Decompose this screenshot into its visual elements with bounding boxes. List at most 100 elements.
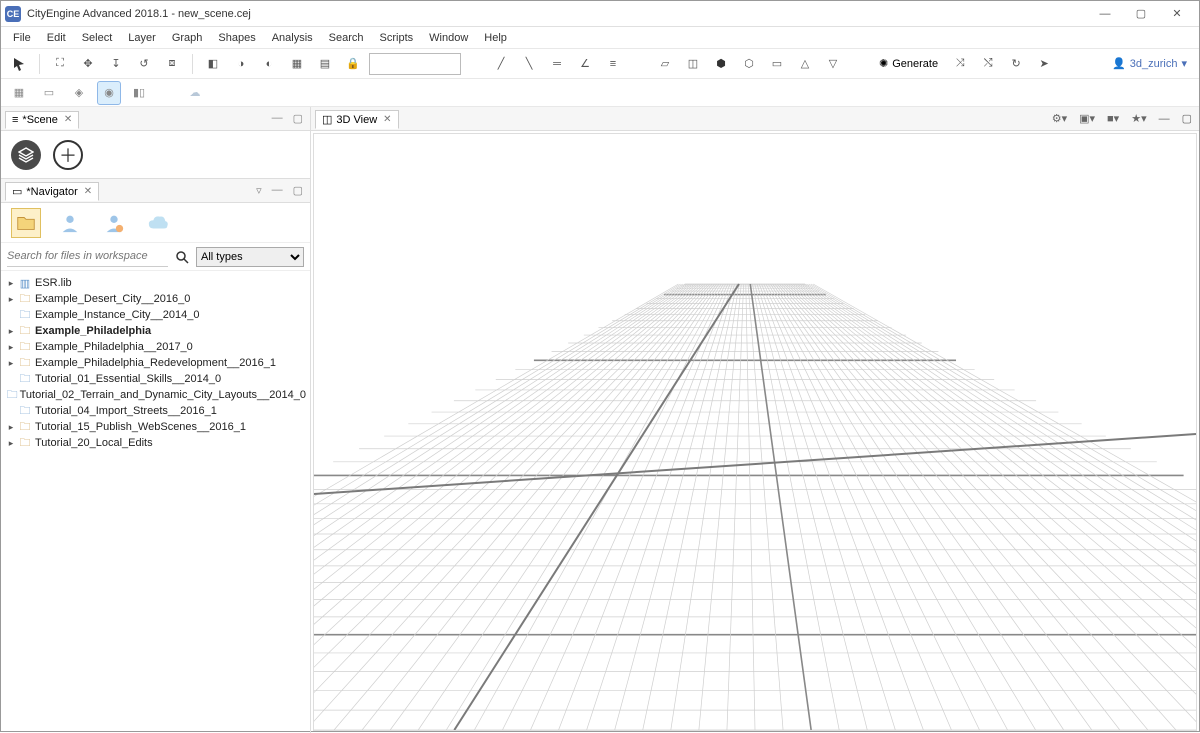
tag-tool-icon[interactable]: ◈ xyxy=(67,81,91,105)
share-person-icon[interactable] xyxy=(99,208,129,238)
menu-file[interactable]: File xyxy=(5,30,39,46)
snap-icon[interactable]: ▦ xyxy=(285,52,309,76)
tree-item[interactable]: ▸🗀Example_Philadelphia xyxy=(3,323,308,339)
menu-select[interactable]: Select xyxy=(74,30,121,46)
expand-icon[interactable]: ▸ xyxy=(5,358,17,369)
expand-icon[interactable]: ▸ xyxy=(5,422,17,433)
folder-view-icon[interactable] xyxy=(11,208,41,238)
maximize-button[interactable]: ▢ xyxy=(1123,2,1159,26)
minimize-button[interactable]: — xyxy=(1087,2,1123,26)
viewport-3d[interactable] xyxy=(313,133,1197,731)
add-layer-button[interactable]: ＋ xyxy=(53,140,83,170)
snap2-icon[interactable]: ▤ xyxy=(313,52,337,76)
tab-scene[interactable]: ≡ *Scene ✕ xyxy=(5,111,79,129)
chart-tool-icon[interactable]: ▮▯ xyxy=(127,81,151,105)
refresh-icon[interactable]: ↻ xyxy=(1004,52,1028,76)
tree-item[interactable]: ▸🗀Example_Philadelphia_Redevelopment__20… xyxy=(3,355,308,371)
rotate-tool-icon[interactable]: ↺ xyxy=(132,52,156,76)
tree-item[interactable]: ▸🗀Tutorial_15_Publish_WebScenes__2016_1 xyxy=(3,419,308,435)
menu-search[interactable]: Search xyxy=(321,30,372,46)
pointer-icon[interactable]: ➤ xyxy=(1032,52,1056,76)
view-settings-icon[interactable]: ⚙▾ xyxy=(1049,111,1070,126)
type-filter-select[interactable]: All types xyxy=(196,247,304,267)
tree-item[interactable]: 🗀Tutorial_04_Import_Streets__2016_1 xyxy=(3,403,308,419)
generate-icon: ✺ xyxy=(879,57,888,70)
street-tool-4-icon[interactable]: ∠ xyxy=(573,52,597,76)
search-icon[interactable] xyxy=(172,247,192,267)
street-tool-1-icon[interactable]: ╱ xyxy=(489,52,513,76)
street-tool-2-icon[interactable]: ╲ xyxy=(517,52,541,76)
tree-item[interactable]: 🗀Example_Instance_City__2014_0 xyxy=(3,307,308,323)
panel-menu-icon[interactable]: ▿ xyxy=(253,183,265,198)
menu-help[interactable]: Help xyxy=(476,30,515,46)
tab-3d-view[interactable]: ◫ 3D View ✕ xyxy=(315,110,399,129)
layers-icon: ≡ xyxy=(12,114,18,126)
shape-tool-3-icon[interactable]: ⬢ xyxy=(709,52,733,76)
street-tool-5-icon[interactable]: ≡ xyxy=(601,52,625,76)
tree-item[interactable]: ▸🗀Example_Philadelphia__2017_0 xyxy=(3,339,308,355)
scale-tool-icon[interactable]: ↧ xyxy=(104,52,128,76)
tree-item[interactable]: ▸▥ESR.lib xyxy=(3,275,308,291)
shape-tool-2-icon[interactable]: ◫ xyxy=(681,52,705,76)
panel-min-icon[interactable]: — xyxy=(1156,112,1173,126)
shape-tool-6-icon[interactable]: △ xyxy=(793,52,817,76)
tree-item[interactable]: ▸🗀Example_Desert_City__2016_0 xyxy=(3,291,308,307)
measure-tool-icon[interactable]: ▭ xyxy=(37,81,61,105)
grid-tool-icon[interactable]: ▦ xyxy=(7,81,31,105)
expand-icon[interactable]: ▸ xyxy=(5,278,17,289)
shape-tool-5-icon[interactable]: ▭ xyxy=(765,52,789,76)
layers-icon[interactable] xyxy=(11,140,41,170)
expand-icon[interactable]: ▸ xyxy=(5,342,17,353)
cloud-icon[interactable] xyxy=(143,208,173,238)
link-person-icon[interactable] xyxy=(55,208,85,238)
menu-shapes[interactable]: Shapes xyxy=(210,30,263,46)
panel-max-icon[interactable]: ▢ xyxy=(290,183,306,198)
transform-move-icon[interactable]: ◧ xyxy=(201,52,225,76)
close-button[interactable]: ✕ xyxy=(1159,2,1195,26)
shape-tool-7-icon[interactable]: ▽ xyxy=(821,52,845,76)
menu-graph[interactable]: Graph xyxy=(164,30,211,46)
menu-layer[interactable]: Layer xyxy=(120,30,164,46)
panel-max-icon[interactable]: ▢ xyxy=(290,111,306,126)
transform-rotate-icon[interactable]: ◑ xyxy=(229,52,253,76)
project-tree[interactable]: ▸▥ESR.lib▸🗀Example_Desert_City__2016_0🗀E… xyxy=(1,271,310,733)
view-mode-icon[interactable]: ◉ xyxy=(97,81,121,105)
panel-min-icon[interactable]: — xyxy=(269,111,286,126)
lock-icon[interactable]: 🔒 xyxy=(341,52,365,76)
menu-window[interactable]: Window xyxy=(421,30,476,46)
toolbar-search-input[interactable] xyxy=(369,53,461,75)
camera-tool-icon[interactable]: ⧈ xyxy=(160,52,184,76)
user-account-button[interactable]: 👤 3d_zurich ▾ xyxy=(1106,55,1193,72)
frame-all-icon[interactable]: ⛶ xyxy=(48,52,72,76)
close-icon[interactable]: ✕ xyxy=(383,114,391,125)
street-tool-3-icon[interactable]: ═ xyxy=(545,52,569,76)
undo-shuffle-icon[interactable]: ⤨ xyxy=(948,52,972,76)
close-icon[interactable]: ✕ xyxy=(84,186,92,197)
view-bookmark-icon[interactable]: ★▾ xyxy=(1128,111,1149,126)
select-tool-icon[interactable] xyxy=(7,52,31,76)
shuffle-icon[interactable]: ⤭ xyxy=(976,52,1000,76)
view-camera-icon[interactable]: ▣▾ xyxy=(1076,111,1098,126)
tree-item[interactable]: 🗀Tutorial_01_Essential_Skills__2014_0 xyxy=(3,371,308,387)
tree-item[interactable]: ▸🗀Tutorial_20_Local_Edits xyxy=(3,435,308,451)
expand-icon[interactable]: ▸ xyxy=(5,438,17,449)
menu-analysis[interactable]: Analysis xyxy=(264,30,321,46)
generate-button[interactable]: ✺ Generate xyxy=(873,55,944,72)
weather-tool-icon[interactable]: ☁ xyxy=(183,81,207,105)
tab-navigator[interactable]: ▭ *Navigator ✕ xyxy=(5,182,99,201)
tree-item[interactable]: 🗀Tutorial_02_Terrain_and_Dynamic_City_La… xyxy=(3,387,308,403)
shape-tool-1-icon[interactable]: ▱ xyxy=(653,52,677,76)
shape-tool-4-icon[interactable]: ⬡ xyxy=(737,52,761,76)
expand-icon[interactable]: ▸ xyxy=(5,294,17,305)
move-tool-icon[interactable]: ✥ xyxy=(76,52,100,76)
expand-icon[interactable]: ▸ xyxy=(5,326,17,337)
tree-item-label: Example_Philadelphia_Redevelopment__2016… xyxy=(33,357,276,369)
close-icon[interactable]: ✕ xyxy=(64,114,72,125)
search-input[interactable] xyxy=(7,247,168,267)
menu-scripts[interactable]: Scripts xyxy=(372,30,422,46)
transform-scale-icon[interactable]: ◐ xyxy=(257,52,281,76)
menu-edit[interactable]: Edit xyxy=(39,30,74,46)
view-render-icon[interactable]: ■▾ xyxy=(1104,111,1122,126)
panel-max-icon[interactable]: ▢ xyxy=(1179,111,1195,126)
panel-min-icon[interactable]: — xyxy=(269,183,286,198)
